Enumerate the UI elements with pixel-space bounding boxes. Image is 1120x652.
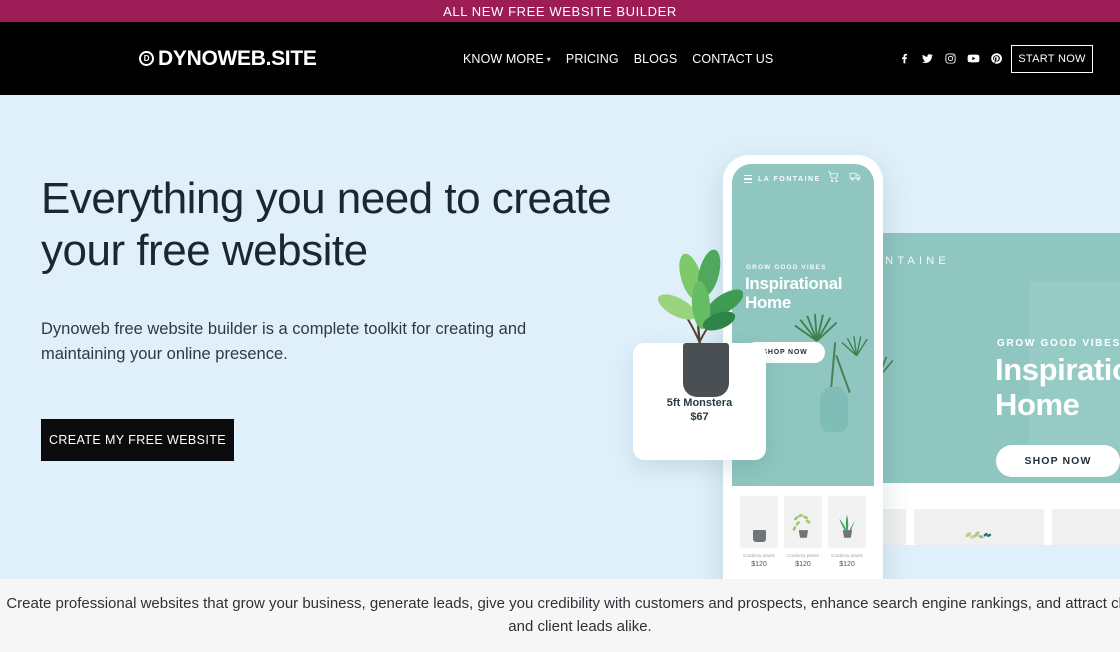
phone-topbar: LA FONTAINE: [732, 164, 874, 194]
phone-title-line2: Home: [745, 293, 792, 313]
pinterest-icon[interactable]: [990, 52, 1003, 65]
phone-vase: [820, 387, 848, 432]
product-card-name: 5ft Monstera: [666, 397, 733, 409]
phone-product-shelf: Corduroy plants $120 Corduroy plants $12…: [732, 486, 874, 579]
primary-nav: KNOW MORE ▾ PRICING BLOGS CONTACT US: [463, 52, 773, 66]
main-navbar: D DYNOWEB.SITE KNOW MORE ▾ PRICING BLOGS…: [0, 22, 1120, 95]
create-free-website-button[interactable]: CREATE MY FREE WEBSITE: [41, 419, 234, 462]
announcement-banner: ALL NEW FREE WEBSITE BUILDER: [0, 0, 1120, 22]
start-now-button[interactable]: START NOW: [1011, 44, 1093, 73]
product-price: $120: [795, 561, 811, 568]
phone-brand-label: LA FONTAINE: [758, 175, 821, 183]
desktop-title: Inspirational Home: [995, 352, 1120, 422]
product-card-price: $67: [690, 411, 709, 423]
monstera-plant-graphic: [657, 247, 743, 397]
hero-artwork: LA FONTAINE GROW GOOD VIBES Inspirati Ho…: [628, 95, 1120, 579]
nav-label-know-more: KNOW MORE: [463, 51, 544, 66]
desktop-title-line1: Inspirational: [995, 352, 1120, 387]
product-caption: Corduroy plants: [743, 553, 775, 558]
nav-item-blogs[interactable]: BLOGS: [634, 52, 678, 66]
nav-item-contact-us[interactable]: CONTACT US: [692, 52, 773, 66]
product-caption: Corduroy plants: [831, 553, 863, 558]
desktop-shop-now-button[interactable]: SHOP NOW: [996, 445, 1120, 477]
logo-circle-icon: D: [139, 51, 154, 66]
instagram-icon[interactable]: [944, 52, 957, 65]
product-thumbnail: [740, 496, 778, 548]
announcement-text: ALL NEW FREE WEBSITE BUILDER: [443, 3, 677, 19]
phone-product-list: Corduroy plants $120 Corduroy plants $12…: [732, 486, 874, 578]
desktop-tile[interactable]: [914, 509, 1044, 545]
nav-item-know-more[interactable]: KNOW MORE ▾: [463, 52, 551, 66]
product-price: $120: [839, 561, 855, 568]
phone-product-card[interactable]: Corduroy plants $120: [828, 496, 866, 568]
hero-copy: Everything you need to create your free …: [41, 173, 631, 462]
chevron-down-icon: ▾: [546, 55, 551, 64]
phone-topbar-icons: [827, 170, 862, 188]
twitter-icon[interactable]: [921, 52, 934, 65]
product-price: $120: [751, 561, 767, 568]
phone-product-card[interactable]: Corduroy plants $120: [740, 496, 778, 568]
product-thumbnail: [828, 496, 866, 548]
phone-product-card[interactable]: Corduroy plants $120: [784, 496, 822, 568]
nav-item-pricing[interactable]: PRICING: [566, 52, 619, 66]
hero-subheading: Dynoweb free website builder is a comple…: [41, 319, 527, 363]
product-thumbnail: [784, 496, 822, 548]
hero-heading: Everything you need to create your free …: [41, 174, 612, 275]
desktop-title-line2: Home: [995, 386, 1080, 422]
floating-product-card[interactable]: 5ft Monstera $67: [633, 249, 766, 460]
site-logo[interactable]: D DYNOWEB.SITE: [139, 47, 317, 71]
desktop-eyebrow: GROW GOOD VIBES: [997, 338, 1120, 349]
bottom-description: Create professional websites that grow y…: [6, 595, 1120, 635]
product-caption: Corduroy plants: [787, 553, 819, 558]
social-links: [898, 52, 1003, 65]
youtube-icon[interactable]: [967, 52, 980, 65]
hamburger-menu-icon[interactable]: [744, 175, 752, 183]
phone-title-line1: Inspirational: [745, 274, 843, 293]
logo-text: DYNOWEB.SITE: [158, 46, 317, 70]
phone-eyebrow: GROW GOOD VIBES: [746, 264, 827, 271]
monstera-pot: [683, 343, 729, 397]
bottom-section: Create professional websites that grow y…: [0, 579, 1120, 652]
delivery-truck-icon[interactable]: [849, 170, 862, 188]
shopping-cart-icon[interactable]: [827, 170, 840, 188]
phone-title: Inspirational Home: [745, 274, 842, 312]
facebook-icon[interactable]: [898, 52, 911, 65]
hero-section: Everything you need to create your free …: [0, 95, 1120, 579]
desktop-tile[interactable]: [1051, 509, 1120, 545]
